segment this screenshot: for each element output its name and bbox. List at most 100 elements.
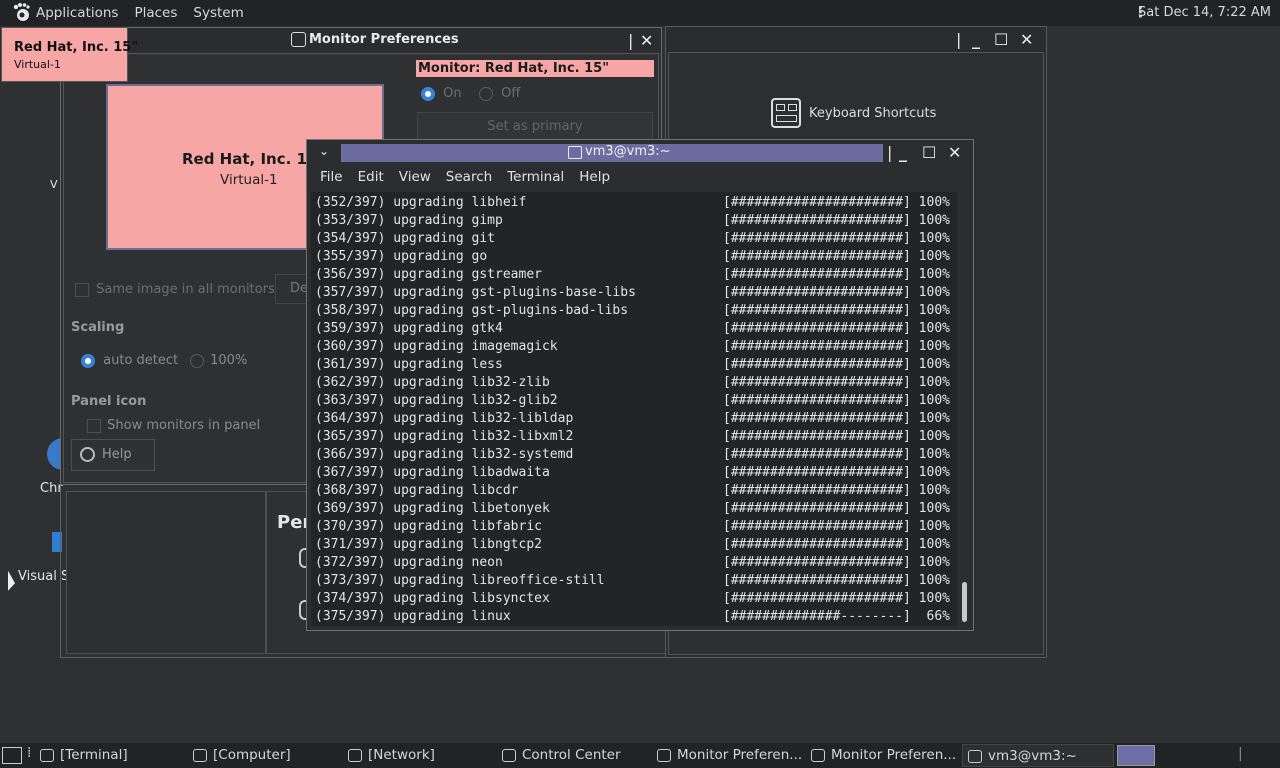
terminal-icon (40, 748, 54, 762)
monitor-name-label: Monitor: Red Hat, Inc. 15" (416, 60, 654, 77)
auto-detect-label: auto detect (103, 353, 179, 368)
window-menu-icon[interactable]: | (956, 30, 961, 49)
window-title: vm3@vm3:~ (585, 144, 671, 159)
package-progress-text: (359/397) upgrading gtk4 (315, 321, 503, 336)
close-icon[interactable]: ✕ (1020, 30, 1033, 49)
task-monitor-preferences[interactable]: Monitor Preferen... (657, 744, 802, 767)
menu-edit[interactable]: Edit (358, 169, 384, 191)
terminal-line: (361/397) upgrading less [###############… (315, 356, 955, 374)
menu-file[interactable]: File (320, 169, 343, 191)
minimize-icon[interactable]: _ (899, 143, 907, 162)
window-menu-chevron-icon[interactable]: ⌄ (319, 144, 329, 158)
progress-bar-text: [######################] 100% (723, 303, 950, 318)
tooltip-name: Red Hat, Inc. 15" (14, 40, 139, 55)
titlebar[interactable]: ⌄ vm3@vm3:~ | _ ☐ ✕ (307, 140, 973, 166)
maximize-icon[interactable]: ☐ (994, 30, 1008, 49)
same-image-label: Same image in all monitors (96, 282, 275, 297)
package-progress-text: (373/397) upgrading libreoffice-still (315, 573, 605, 588)
system-menu[interactable]: System (193, 5, 243, 21)
desktop-icon-label[interactable]: V (50, 178, 58, 191)
close-icon[interactable]: ✕ (640, 31, 653, 50)
window-menu-icon[interactable]: | (887, 143, 892, 162)
terminal-line: (369/397) upgrading libetonyek [#########… (315, 500, 955, 518)
task-control-center[interactable]: Control Center (502, 744, 621, 767)
terminal-line: (368/397) upgrading libcdr [#############… (315, 482, 955, 500)
task-network[interactable]: [Network] (348, 744, 435, 767)
off-radio[interactable]: Off (479, 86, 520, 101)
show-desktop-icon[interactable] (2, 747, 22, 764)
terminal-line: (367/397) upgrading libadwaita [#########… (315, 464, 955, 482)
places-menu[interactable]: Places (134, 5, 177, 21)
progress-bar-text: [######################] 100% (723, 447, 950, 462)
terminal-icon (968, 749, 982, 763)
bottom-panel: ⁞ [Terminal] [Computer] [Network] Contro… (0, 743, 1280, 768)
progress-bar-text: [######################] 100% (723, 357, 950, 372)
menu-search[interactable]: Search (446, 169, 492, 191)
help-icon (80, 447, 95, 462)
menu-view[interactable]: View (399, 169, 431, 191)
progress-bar-text: [######################] 100% (723, 321, 950, 336)
menu-terminal[interactable]: Terminal (507, 169, 564, 191)
network-icon (348, 748, 362, 762)
package-progress-text: (363/397) upgrading lib32-glib2 (315, 393, 558, 408)
on-radio[interactable]: On (421, 86, 462, 101)
monitor-preview-name: Red Hat, Inc. 15" (182, 150, 326, 168)
progress-bar-text: [######################] 100% (723, 231, 950, 246)
applications-menu[interactable]: Applications (36, 5, 118, 21)
monitor-icon (811, 748, 825, 762)
window-menu-icon[interactable]: | (628, 31, 633, 50)
scrollbar[interactable] (959, 192, 969, 626)
terminal-line: (359/397) upgrading gtk4 [###############… (315, 320, 955, 338)
package-progress-text: (369/397) upgrading libetonyek (315, 501, 550, 516)
auto-detect-radio[interactable]: auto detect (81, 353, 178, 368)
set-primary-button[interactable]: Set as primary (417, 112, 653, 142)
progress-bar-text: [######################] 100% (723, 339, 950, 354)
progress-bar-text: [######################] 100% (723, 465, 950, 480)
monitor-tooltip: Red Hat, Inc. 15" Virtual-1 (1, 27, 138, 82)
terminal-line: (362/397) upgrading lib32-zlib [#########… (315, 374, 955, 392)
task-monitor-preferences[interactable]: Monitor Preferen... (811, 744, 956, 767)
progress-bar-text: [######################] 100% (723, 195, 950, 210)
task-label: Monitor Preferen... (831, 747, 957, 763)
package-progress-text: (358/397) upgrading gst-plugins-bad-libs (315, 303, 629, 318)
package-progress-text: (354/397) upgrading git (315, 231, 496, 246)
keyboard-shortcuts-icon[interactable] (771, 98, 801, 128)
gnome-foot-icon[interactable] (10, 2, 32, 24)
workspace-switcher[interactable] (1117, 745, 1155, 766)
menu-help[interactable]: Help (579, 169, 610, 191)
task-terminal[interactable]: [Terminal] (40, 744, 128, 767)
radio-indicator (421, 86, 435, 101)
terminal-icon (568, 146, 582, 159)
terminal-line: (366/397) upgrading lib32-systemd [######… (315, 446, 955, 464)
progress-bar-text: [######################] 100% (723, 267, 950, 282)
minimize-icon[interactable]: _ (972, 30, 980, 49)
keyboard-shortcuts-label[interactable]: Keyboard Shortcuts (809, 106, 936, 121)
progress-bar-text: [######################] 100% (723, 519, 950, 534)
package-progress-text: (364/397) upgrading lib32-libldap (315, 411, 574, 426)
same-image-checkbox[interactable]: Same image in all monitors (75, 282, 275, 297)
terminal-line: (357/397) upgrading gst-plugins-base-lib… (315, 284, 955, 302)
progress-bar-text: [######################] 100% (723, 411, 950, 426)
task-computer[interactable]: [Computer] (193, 744, 291, 767)
scrollbar-thumb[interactable] (962, 582, 967, 622)
package-progress-text: (374/397) upgrading libsynctex (315, 591, 550, 606)
scale-100-radio[interactable]: 100% (190, 353, 247, 368)
titlebar[interactable]: Monitor Preferences | ✕ (61, 28, 661, 52)
clock[interactable]: Sat Dec 14, 7:22 AM (1138, 5, 1271, 20)
terminal-output[interactable]: (352/397) upgrading libheif [############… (311, 192, 957, 626)
show-monitors-checkbox[interactable]: Show monitors in panel (87, 418, 260, 433)
help-button[interactable]: Help (71, 439, 155, 471)
progress-bar-text: [######################] 100% (723, 375, 950, 390)
progress-bar-text: [######################] 100% (723, 591, 950, 606)
checkbox-indicator (75, 282, 89, 297)
window-title: Monitor Preferences (309, 32, 459, 47)
progress-bar-text: [######################] 100% (723, 573, 950, 588)
maximize-icon[interactable]: ☐ (922, 143, 936, 162)
task-label: vm3@vm3:~ (988, 748, 1077, 764)
close-icon[interactable]: ✕ (948, 143, 961, 162)
terminal-line: (372/397) upgrading neon [###############… (315, 554, 955, 572)
task-terminal-vm3[interactable]: vm3@vm3:~ (962, 744, 1114, 767)
package-progress-text: (375/397) upgrading linux (315, 609, 511, 624)
panel-handle-icon: ⁞ (27, 745, 32, 761)
package-progress-text: (352/397) upgrading libheif (315, 195, 527, 210)
